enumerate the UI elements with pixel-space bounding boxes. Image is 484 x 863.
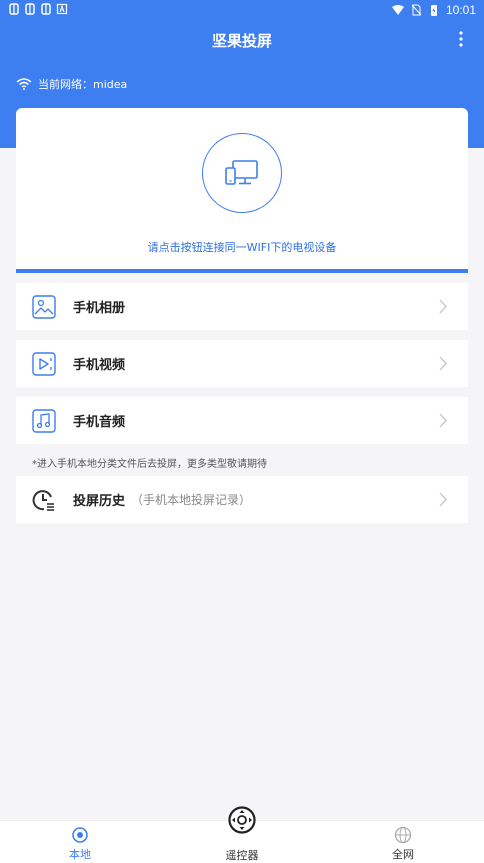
- menu-item-label: 手机音频: [73, 415, 126, 430]
- font-notification-icon: [56, 3, 68, 15]
- history-label: 投屏历史: [73, 494, 126, 509]
- chevron-right-icon: [439, 356, 448, 371]
- network-label: 当前网络：midea: [38, 78, 128, 91]
- menu-item-cast-history[interactable]: 投屏历史 （手机本地投屏记录）: [16, 476, 468, 523]
- cast-connect-card: 请点击按钮连接同一WIFI下的电视设备: [16, 108, 468, 271]
- menu-item-label: 手机视频: [73, 358, 126, 373]
- history-clock-icon: [32, 489, 54, 511]
- app-notification-icon: [9, 3, 19, 15]
- tab-label: 遥控器: [225, 849, 259, 862]
- battery-charging-icon: [430, 5, 437, 16]
- status-time: 10:01: [445, 3, 476, 17]
- menu-item-label: 手机相册: [73, 301, 126, 316]
- connect-hint: 请点击按钮连接同一WIFI下的电视设备: [147, 241, 337, 254]
- remote-control-icon[interactable]: [228, 806, 256, 834]
- chevron-right-icon: [439, 413, 448, 428]
- chevron-right-icon: [439, 492, 448, 507]
- app-notification-icon: [25, 3, 35, 15]
- screen-cast-icon: [225, 160, 258, 185]
- more-menu-icon[interactable]: [452, 30, 470, 48]
- menu-item-audio[interactable]: 手机音频: [16, 397, 468, 444]
- wifi-icon: [16, 78, 32, 90]
- current-network: 当前网络：midea: [16, 76, 127, 92]
- video-icon: [32, 351, 56, 376]
- info-note: *进入手机本地分类文件后去投屏，更多类型敬请期待: [32, 459, 267, 470]
- menu-item-photo-album[interactable]: 手机相册: [16, 283, 468, 330]
- local-tab-icon: [72, 827, 88, 843]
- tab-whole-network[interactable]: 全网: [363, 821, 443, 863]
- tab-local[interactable]: 本地: [40, 821, 120, 863]
- history-sub-label: （手机本地投屏记录）: [131, 493, 252, 507]
- connect-device-button[interactable]: [202, 133, 282, 213]
- no-sim-icon: [411, 4, 422, 16]
- page-title: 坚果投屏: [211, 32, 272, 50]
- music-icon: [32, 408, 56, 433]
- photo-album-icon: [32, 294, 56, 319]
- wifi-signal-icon: [391, 5, 404, 15]
- app-notification-icon: [41, 3, 51, 15]
- status-bar: 10:01: [0, 0, 484, 22]
- hero-divider: [16, 269, 468, 273]
- chevron-right-icon: [439, 299, 448, 314]
- menu-item-video[interactable]: 手机视频: [16, 340, 468, 387]
- tab-label: 全网: [392, 848, 414, 861]
- globe-icon: [394, 826, 412, 844]
- tab-label: 本地: [69, 848, 91, 861]
